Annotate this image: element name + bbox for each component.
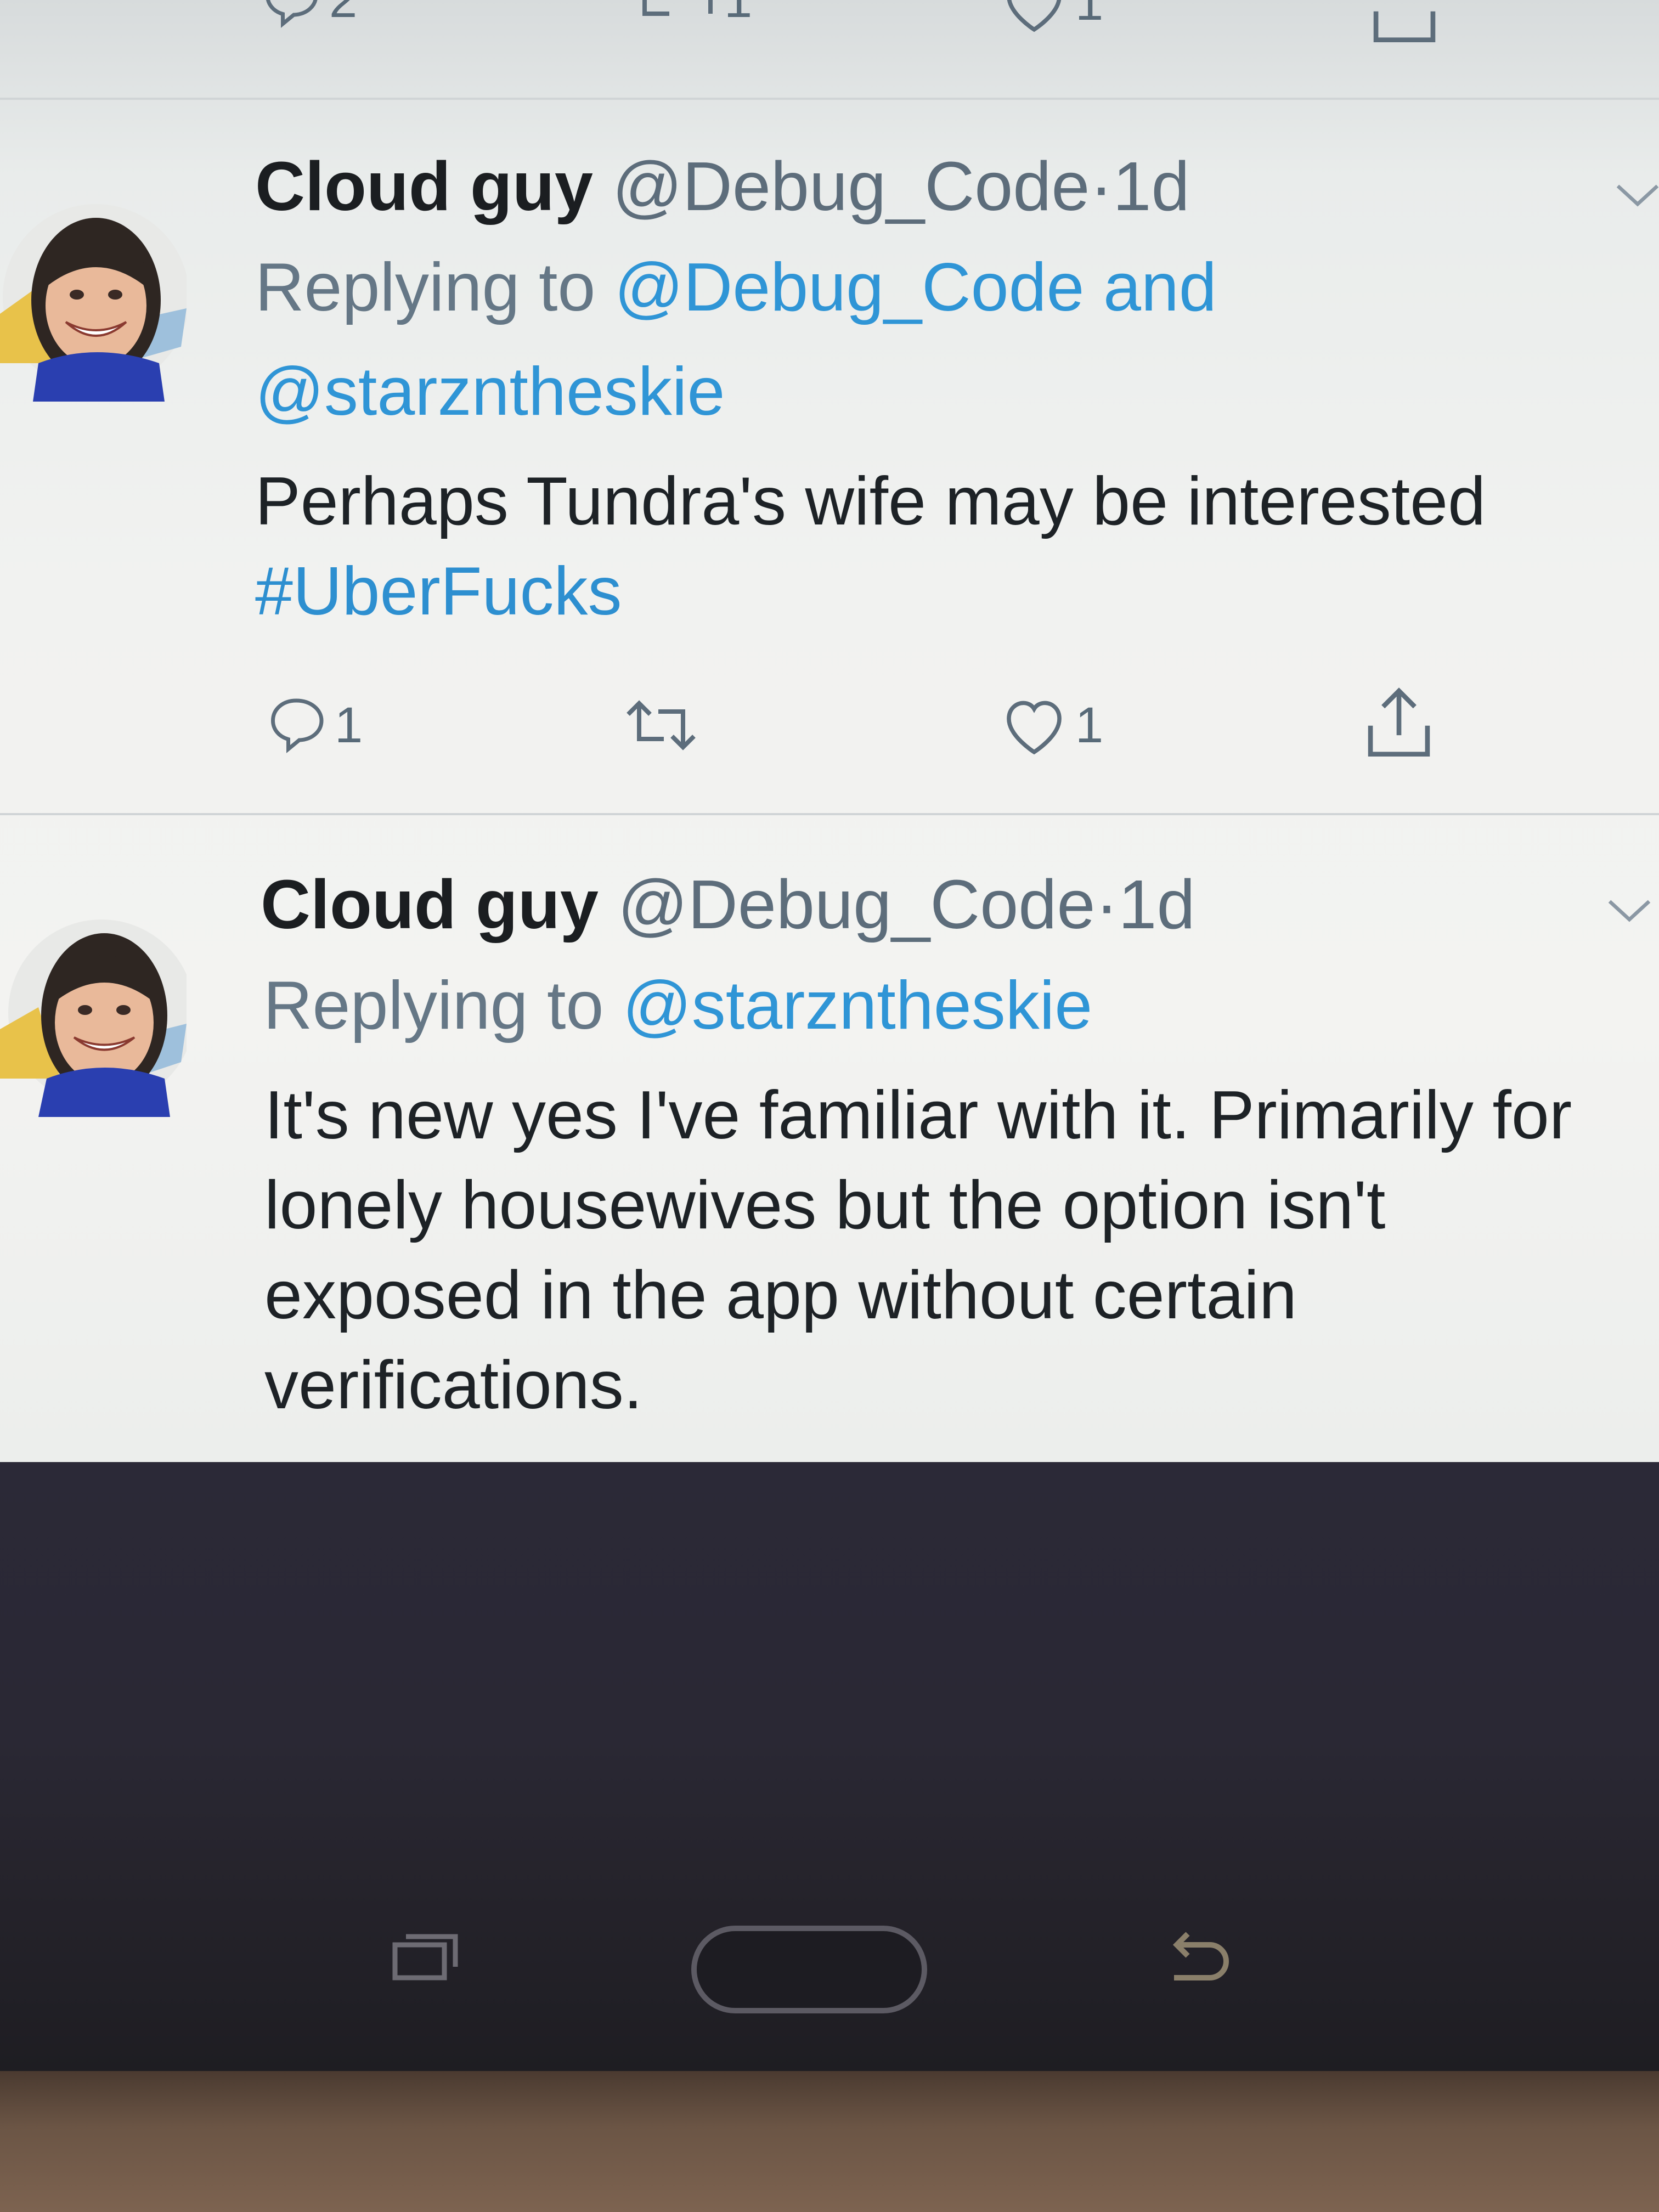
previous-tweet-actions: 2 1 1 [0, 0, 1659, 96]
display-name[interactable]: Cloud guy [261, 866, 599, 943]
like-count: 1 [1075, 0, 1104, 31]
retweet-icon [642, 0, 713, 16]
reply-icon [266, 0, 318, 28]
tweet[interactable]: Cloud guy @Debug_Code·1d Replying to @De… [0, 100, 1659, 813]
tweet-actions: 1 1 [0, 687, 1659, 780]
reply-count: 1 [335, 697, 363, 753]
tweet-header: Cloud guy @Debug_Code·1d [255, 152, 1190, 221]
replying-prefix: Replying to [263, 968, 604, 1043]
mention-link[interactable]: @Debug_Code [614, 250, 1085, 325]
replying-prefix: Replying to [255, 250, 596, 325]
avatar[interactable] [0, 898, 195, 1117]
reply-action[interactable]: 2 [258, 0, 357, 33]
retweet-count: 1 [724, 0, 752, 29]
chevron-down-icon[interactable] [1605, 892, 1654, 930]
home-button[interactable] [689, 1923, 930, 2016]
tweet-text: It's new yes I've familiar with it. Prim… [264, 1077, 1572, 1423]
heart-icon [1007, 0, 1061, 32]
chevron-down-icon[interactable] [1613, 177, 1659, 215]
recent-apps-icon[interactable] [384, 1928, 461, 1983]
timestamp[interactable]: 1d [1118, 866, 1195, 943]
replying-to: Replying to @starzntheskie [263, 953, 1607, 1058]
share-icon [1373, 11, 1436, 43]
handle[interactable]: @Debug_Code [618, 866, 1096, 943]
tweet-text: Perhaps Tundra's wife may be interested … [255, 456, 1627, 636]
retweet-action[interactable]: 1 [636, 0, 752, 30]
hashtag-link[interactable]: #UberFucks [255, 554, 622, 629]
retweet-icon [627, 700, 696, 751]
heart-icon [1007, 701, 1062, 755]
device-bezel [0, 1462, 1659, 2071]
retweet-action[interactable] [620, 695, 708, 755]
separator: · [1095, 866, 1119, 943]
tweet-header: Cloud guy @Debug_Code·1d [261, 870, 1195, 939]
reply-icon [270, 698, 324, 753]
display-name[interactable]: Cloud guy [255, 148, 593, 225]
like-action[interactable]: 1 [998, 692, 1103, 758]
avatar[interactable] [0, 182, 189, 402]
replying-to: Replying to @Debug_Code and @starznthesk… [255, 235, 1599, 444]
replying-and: and [1103, 250, 1217, 325]
reply-action[interactable]: 1 [263, 692, 363, 758]
share-icon [1368, 687, 1430, 757]
tweet[interactable]: Cloud guy @Debug_Code·1d Replying to @st… [0, 815, 1659, 1462]
share-action[interactable] [1366, 0, 1443, 49]
timestamp[interactable]: 1d [1113, 148, 1189, 225]
like-count: 1 [1075, 697, 1104, 753]
like-action[interactable]: 1 [998, 0, 1103, 36]
tweet-text-content: Perhaps Tundra's wife may be interested [255, 464, 1486, 539]
twitter-screen: 2 1 1 [0, 0, 1659, 1462]
mention-link[interactable]: @starzntheskie [623, 968, 1092, 1043]
separator: · [1090, 148, 1113, 225]
share-action[interactable] [1361, 681, 1437, 764]
handle[interactable]: @Debug_Code [612, 148, 1090, 225]
back-icon[interactable] [1163, 1931, 1234, 1980]
desk-surface [0, 2071, 1659, 2212]
reply-count: 2 [329, 0, 357, 29]
mention-link[interactable]: @starzntheskie [255, 354, 725, 430]
